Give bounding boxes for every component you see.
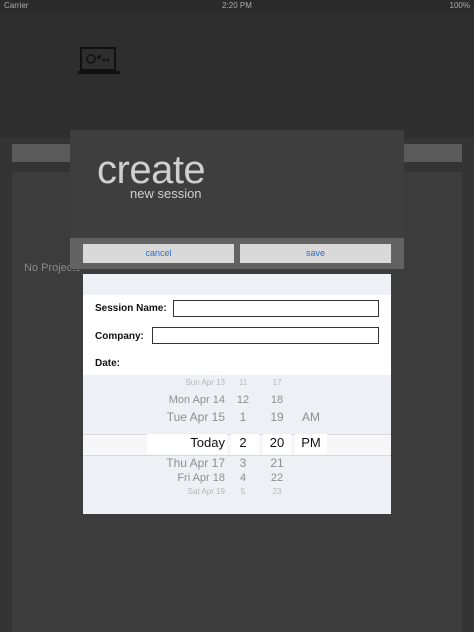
picker-minute-option[interactable]: 17 (263, 378, 291, 387)
modal-button-bar: cancel save (70, 238, 404, 269)
picker-hour-option[interactable]: 4 (231, 472, 255, 484)
company-field[interactable] (152, 327, 379, 344)
app-header (0, 12, 474, 138)
picker-minute-option[interactable]: 21 (263, 456, 291, 470)
picker-date-option[interactable]: Sun Apr 13 (143, 378, 225, 387)
picker-hour-option[interactable]: 1 (231, 410, 255, 424)
picker-column-hour[interactable]: 11 12 1 2 3 4 5 (231, 375, 255, 514)
picker-column-minute[interactable]: 17 18 19 20 21 22 23 (263, 375, 291, 514)
picker-minute-option[interactable]: 20 (263, 435, 291, 450)
picker-date-option[interactable]: Sat Apr 19 (143, 487, 225, 496)
picker-minute-option[interactable]: 23 (263, 487, 291, 496)
status-bar: Carrier 2:20 PM 100% (0, 0, 474, 12)
session-name-field[interactable] (173, 300, 379, 317)
picker-date-option[interactable]: Mon Apr 14 (143, 394, 225, 406)
cancel-button[interactable]: cancel (83, 244, 234, 263)
date-time-picker[interactable]: Sun Apr 13 Mon Apr 14 Tue Apr 15 Today Thu A… (83, 375, 391, 514)
create-session-modal: create new session cancel save (70, 130, 404, 270)
battery-level: 100% (449, 1, 470, 10)
save-button[interactable]: save (240, 244, 391, 263)
laptop-icon[interactable] (78, 47, 120, 75)
picker-minute-option[interactable]: 18 (263, 394, 291, 406)
picker-ampm-option[interactable]: AM (295, 410, 327, 424)
picker-column-date[interactable]: Sun Apr 13 Mon Apr 14 Tue Apr 15 Today Thu A… (143, 375, 225, 514)
picker-hour-option[interactable]: 3 (231, 456, 255, 470)
session-form: Session Name: Company: Date: Sun Apr 13 M… (83, 274, 391, 514)
company-label: Company: (95, 331, 144, 342)
picker-date-option[interactable]: Fri Apr 18 (143, 472, 225, 484)
picker-date-option[interactable]: Tue Apr 15 (143, 410, 225, 424)
toolbar-strip-right (404, 144, 462, 162)
clock: 2:20 PM (222, 1, 252, 10)
picker-ampm-option[interactable]: PM (295, 435, 327, 450)
form-header (83, 274, 391, 295)
picker-hour-option[interactable]: 5 (231, 487, 255, 496)
picker-hour-option[interactable]: 11 (231, 378, 255, 387)
date-label: Date: (95, 358, 121, 369)
picker-date-option[interactable]: Today (143, 435, 225, 450)
picker-date-option[interactable]: Thu Apr 17 (143, 456, 225, 470)
session-name-label: Session Name: (95, 303, 167, 314)
picker-hour-option[interactable]: 2 (231, 435, 255, 450)
toolbar-strip-left (12, 144, 72, 162)
modal-subtitle: new session (130, 186, 202, 201)
picker-minute-option[interactable]: 22 (263, 472, 291, 484)
picker-column-ampm[interactable]: AM PM (295, 375, 327, 514)
picker-minute-option[interactable]: 19 (263, 410, 291, 424)
picker-hour-option[interactable]: 12 (231, 394, 255, 406)
